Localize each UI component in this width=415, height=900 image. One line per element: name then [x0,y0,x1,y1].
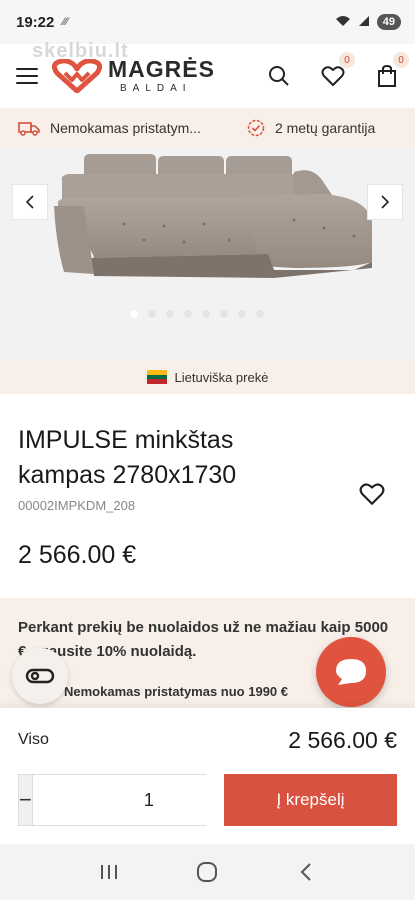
chat-button[interactable] [316,637,386,707]
logo-heart-icon [52,59,102,93]
wifi-icon [335,15,351,30]
gallery-dot[interactable] [202,310,210,318]
truck-icon [18,122,40,136]
status-left: 19:22 ⁄⁄⁄ [16,14,68,31]
site-logo[interactable]: MAGRĖS BALDAI [52,58,215,94]
header-icons: 0 0 [267,52,409,88]
quantity-stepper: − + [18,774,279,826]
gallery-dots [130,310,264,318]
gallery-prev-button[interactable] [12,184,48,220]
gallery-dot[interactable] [238,310,246,318]
badge-check-icon [247,119,265,137]
lithuania-flag-icon [146,370,167,385]
flag-stripe [146,379,167,385]
status-right: 49 [335,14,401,30]
gallery-dot[interactable] [166,310,174,318]
product-image [54,154,372,278]
search-icon[interactable] [267,64,291,88]
total-value: 2 566.00 € [288,726,397,753]
site-header: skelbiu.lt MAGRĖS BALDAI 0 0 [0,40,415,108]
info-strip: Nemokamas pristatym... 2 metų garantija [0,108,415,148]
system-nav-bar [0,844,415,900]
origin-label: Lietuviška prekė [174,369,269,385]
warranty-info: 2 metų garantija [247,119,375,137]
decrease-quantity-button[interactable]: − [19,775,32,825]
warranty-text: 2 metų garantija [274,120,376,136]
cookie-settings-button[interactable] [12,648,68,704]
product-gallery[interactable] [0,148,415,360]
add-to-cart-button[interactable]: Į krepšelį [224,774,397,826]
logo-text: MAGRĖS BALDAI [108,58,215,94]
cookie-icon [25,668,55,684]
gallery-dot[interactable] [130,310,138,318]
wishlist-badge: 0 [339,52,355,68]
chat-bubble-icon [336,659,366,685]
menu-icon[interactable] [16,68,38,84]
total-label: Viso [18,731,49,748]
cart-badge: 0 [393,52,409,68]
home-icon[interactable] [187,852,227,892]
total-row: Viso 2 566.00 € [18,708,397,772]
watermark: skelbiu.lt [32,40,129,62]
notification-icon: ⁄⁄⁄ [62,16,68,28]
product-price: 2 566.00 € [18,541,137,569]
delivery-text: Nemokamas pristatym... [50,120,201,136]
gallery-dot[interactable] [184,310,192,318]
add-to-cart-bar: Viso 2 566.00 € − + Į krepšelį [0,708,415,844]
status-bar: 19:22 ⁄⁄⁄ 49 [0,0,415,44]
signal-icon [358,15,370,30]
recent-apps-icon[interactable] [89,852,129,892]
gallery-next-button[interactable] [367,184,403,220]
chevron-left-icon [25,195,34,209]
delivery-info: Nemokamas pristatym... [18,120,201,136]
product-sku: 00002IMPKDM_208 [18,498,136,513]
wishlist-icon[interactable]: 0 [321,52,355,88]
gallery-dot[interactable] [256,310,264,318]
product-info: IMPULSE minkštas kampas 2780x1730 00002I… [0,423,415,570]
favorite-heart-icon[interactable] [359,481,385,507]
gallery-dot[interactable] [148,310,156,318]
battery-indicator: 49 [376,14,401,30]
product-title: IMPULSE minkštas kampas 2780x1730 [18,426,237,489]
gallery-dot[interactable] [220,310,228,318]
cart-icon[interactable]: 0 [375,52,409,88]
logo-sub: BALDAI [120,83,192,94]
cart-row: − + Į krepšelį [18,774,397,826]
status-time: 19:22 [16,13,55,31]
chevron-right-icon [381,195,390,209]
origin-banner: Lietuviška prekė [0,360,415,394]
back-icon[interactable] [286,852,326,892]
